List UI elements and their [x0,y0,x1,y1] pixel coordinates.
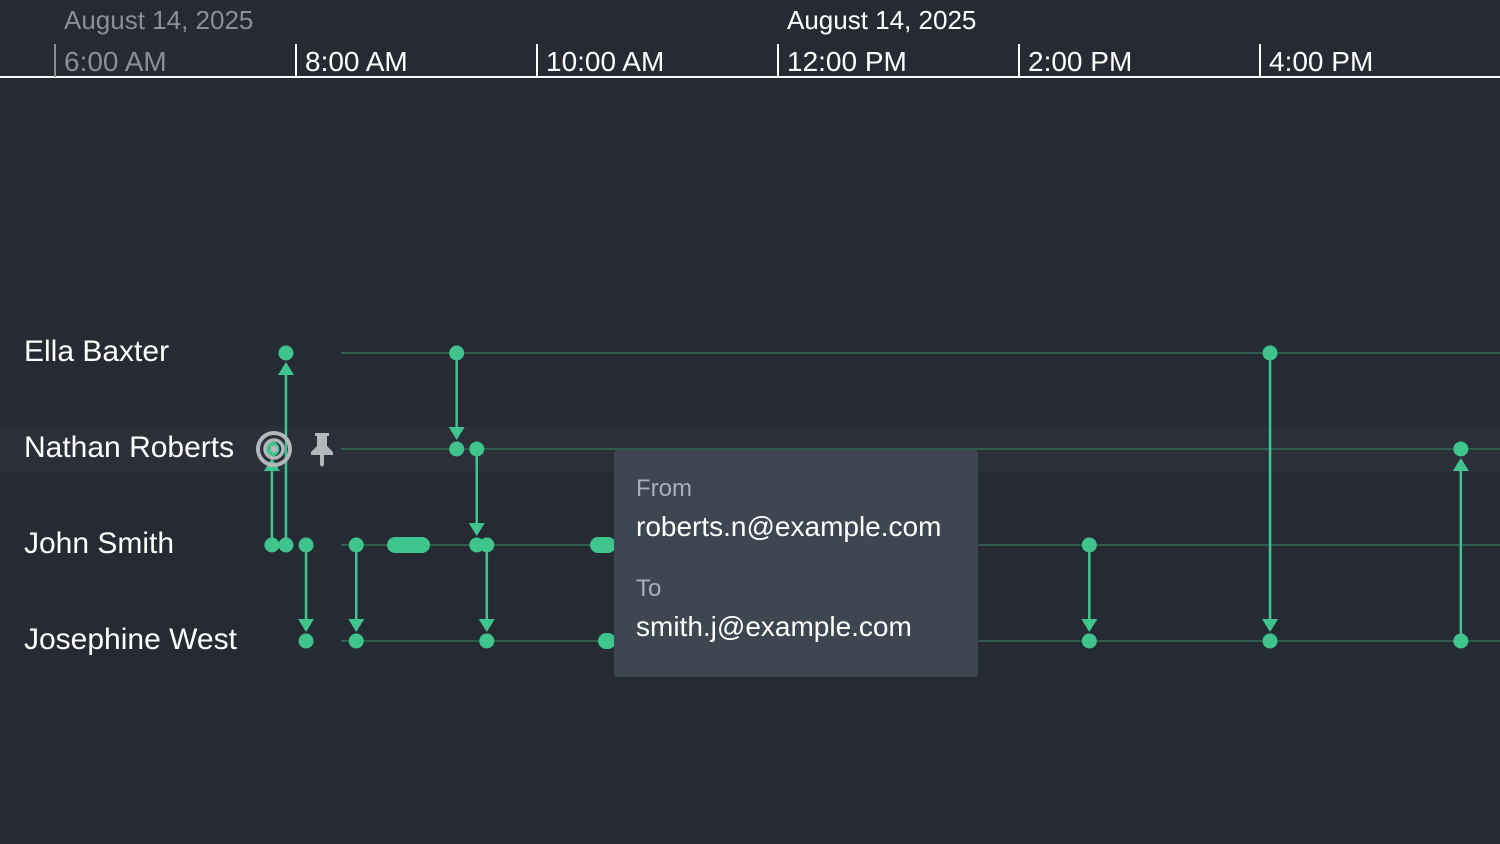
event-cluster-marker[interactable] [387,537,430,553]
event-dot[interactable] [1453,441,1469,457]
person-label-nathan-roberts[interactable]: Nathan Roberts [24,430,234,466]
event-dot[interactable] [469,441,485,457]
event-dot[interactable] [449,441,465,457]
event-cluster-marker[interactable] [590,537,616,553]
event-dot[interactable] [479,633,495,649]
event-arrowhead [348,619,365,632]
axis-tick-label: 8:00 AM [305,46,408,77]
event-dot[interactable] [1081,633,1097,649]
event-dot[interactable] [278,345,294,361]
email-tooltip: From roberts.n@example.com To smith.j@ex… [614,450,978,677]
event-arrowhead [298,619,315,632]
target-icon[interactable] [255,430,293,468]
tooltip-from-label: From [636,475,692,502]
event-dot[interactable] [348,633,364,649]
event-arrowhead [1081,619,1098,632]
event-dot[interactable] [479,537,495,553]
event-arrowhead [468,523,485,536]
tooltip-to-value: smith.j@example.com [636,611,912,642]
axis-tick-label: 10:00 AM [546,46,664,77]
event-dot[interactable] [278,537,294,553]
event-dot[interactable] [264,537,280,553]
person-label-ella-baxter[interactable]: Ella Baxter [24,334,169,370]
person-label-josephine-west[interactable]: Josephine West [24,622,237,658]
person-label-john-smith[interactable]: John Smith [24,526,174,562]
axis-tick-label: 2:00 PM [1028,46,1132,77]
axis-tick-label: 6:00 AM [64,46,167,77]
event-dot[interactable] [1081,537,1097,553]
axis-tick-label: 12:00 PM [787,46,907,77]
event-arrowhead [1262,619,1279,632]
pin-icon[interactable] [306,431,338,467]
tooltip-to-label: To [636,575,662,602]
header-left-date: August 14, 2025 [64,5,253,35]
header-center-date: August 14, 2025 [787,5,976,35]
event-dot[interactable] [298,633,314,649]
event-dot[interactable] [348,537,364,553]
event-dot[interactable] [449,345,465,361]
event-dot[interactable] [1262,345,1278,361]
event-arrowhead [277,362,294,375]
event-arrowhead [478,619,495,632]
event-dot[interactable] [298,537,314,553]
tooltip-from-value: roberts.n@example.com [636,511,942,542]
timeline-chart[interactable]: August 14, 2025 August 14, 2025 6:00 AM 8… [0,0,1500,844]
event-dot[interactable] [1453,633,1469,649]
event-dot[interactable] [1262,633,1278,649]
time-axis-ticks: 6:00 AM 8:00 AM 10:00 AM 12:00 PM 2:00 PM 4:0… [54,44,1373,77]
axis-tick-label: 4:00 PM [1269,46,1373,77]
